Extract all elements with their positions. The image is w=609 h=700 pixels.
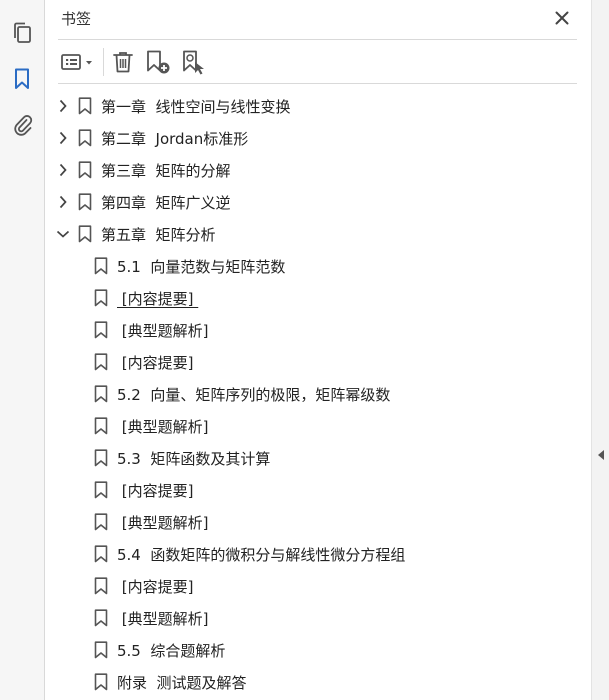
bookmark-label[interactable]: 附录 测试题及解答 <box>117 672 247 693</box>
bookmark-label[interactable]: 第三章 矩阵的分解 <box>101 160 231 181</box>
bookmark-icon <box>78 193 92 211</box>
chevron-right-icon[interactable] <box>55 162 71 178</box>
bookmark-icon <box>94 385 108 403</box>
bookmark-icon <box>94 449 108 467</box>
bookmark-icon <box>94 417 108 435</box>
bookmarks-panel: 书签 第一章 线性空间与线性变换 第二章 Jordan标准形 第三章 矩阵的分解… <box>45 0 591 700</box>
bookmark-icon <box>78 161 92 179</box>
bookmark-icon <box>94 513 108 531</box>
new-bookmark-icon[interactable] <box>145 48 171 76</box>
bookmark-item[interactable]: 5.1 向量范数与矩阵范数 <box>45 250 591 282</box>
bookmark-item[interactable]: 5.4 函数矩阵的微积分与解线性微分方程组 <box>45 538 591 570</box>
bookmark-item[interactable]: [内容提要] <box>45 570 591 602</box>
bookmark-item[interactable]: 5.3 矩阵函数及其计算 <box>45 442 591 474</box>
navigation-rail <box>0 0 45 700</box>
bookmark-item[interactable]: 5.2 向量、矩阵序列的极限，矩阵幂级数 <box>45 378 591 410</box>
toolbar-divider <box>58 83 577 84</box>
chevron-down-icon[interactable] <box>55 226 71 242</box>
bookmark-icon <box>94 577 108 595</box>
bookmark-item[interactable]: 5.5 综合题解析 <box>45 634 591 666</box>
bookmark-icon <box>78 225 92 243</box>
bookmark-label[interactable]: [典型题解析] <box>117 608 209 629</box>
bookmark-item[interactable]: [内容提要] <box>45 282 591 314</box>
bookmark-label[interactable]: 5.3 矩阵函数及其计算 <box>117 448 270 469</box>
delete-icon[interactable] <box>111 48 135 76</box>
bookmark-label[interactable]: [内容提要] <box>117 576 194 597</box>
bookmark-item[interactable]: [典型题解析] <box>45 602 591 634</box>
bookmark-label[interactable]: 5.4 函数矩阵的微积分与解线性微分方程组 <box>117 544 405 565</box>
bookmark-label[interactable]: [内容提要] <box>117 352 194 373</box>
bookmark-icon <box>94 545 108 563</box>
toolbar-separator <box>103 48 104 76</box>
bookmark-icon <box>94 289 108 307</box>
new-bookmark-from-structure-icon[interactable] <box>181 48 207 76</box>
bookmark-icon <box>94 481 108 499</box>
bookmark-icon <box>78 97 92 115</box>
bookmark-icon <box>94 257 108 275</box>
bookmarks-icon[interactable] <box>10 66 34 92</box>
bookmark-label[interactable]: [内容提要] <box>117 480 194 501</box>
bookmark-label[interactable]: 第一章 线性空间与线性变换 <box>101 96 291 117</box>
bookmark-item[interactable]: [典型题解析] <box>45 506 591 538</box>
chevron-right-icon[interactable] <box>55 98 71 114</box>
panel-splitter[interactable] <box>591 0 609 700</box>
bookmark-item[interactable]: 第二章 Jordan标准形 <box>45 122 591 154</box>
title-divider <box>58 39 577 40</box>
collapse-panel-icon[interactable] <box>596 448 606 462</box>
bookmark-item[interactable]: 附录 测试题及解答 <box>45 666 591 698</box>
close-icon[interactable] <box>550 7 574 29</box>
bookmark-label[interactable]: 第二章 Jordan标准形 <box>101 128 248 149</box>
bookmark-icon <box>94 321 108 339</box>
chevron-right-icon[interactable] <box>55 130 71 146</box>
bookmark-label[interactable]: 5.5 综合题解析 <box>117 640 225 661</box>
bookmark-item[interactable]: 第五章 矩阵分析 <box>45 218 591 250</box>
bookmark-item[interactable]: 第三章 矩阵的分解 <box>45 154 591 186</box>
bookmark-item[interactable]: [典型题解析] <box>45 410 591 442</box>
bookmark-icon <box>94 641 108 659</box>
bookmark-item[interactable]: [内容提要] <box>45 346 591 378</box>
bookmark-label[interactable]: 5.1 向量范数与矩阵范数 <box>117 256 285 277</box>
bookmark-item[interactable]: [内容提要] <box>45 474 591 506</box>
bookmark-item[interactable]: 第一章 线性空间与线性变换 <box>45 90 591 122</box>
panel-title: 书签 <box>61 10 92 28</box>
attachments-icon[interactable] <box>10 111 34 137</box>
bookmark-label[interactable]: [典型题解析] <box>117 416 209 437</box>
bookmark-icon <box>94 353 108 371</box>
bookmark-item[interactable]: [典型题解析] <box>45 314 591 346</box>
bookmark-label[interactable]: [内容提要] <box>117 288 198 309</box>
bookmark-icon <box>94 673 108 691</box>
bookmark-icon <box>94 609 108 627</box>
bookmark-label[interactable]: [典型题解析] <box>117 512 209 533</box>
bookmark-label[interactable]: 第五章 矩阵分析 <box>101 224 216 245</box>
bookmark-label[interactable]: [典型题解析] <box>117 320 209 341</box>
bookmark-label[interactable]: 5.2 向量、矩阵序列的极限，矩阵幂级数 <box>117 384 390 405</box>
chevron-right-icon[interactable] <box>55 194 71 210</box>
bookmark-item[interactable]: 第四章 矩阵广义逆 <box>45 186 591 218</box>
options-menu-icon[interactable] <box>59 48 97 76</box>
bookmark-icon <box>78 129 92 147</box>
bookmark-label[interactable]: 第四章 矩阵广义逆 <box>101 192 231 213</box>
pages-icon[interactable] <box>10 20 34 46</box>
